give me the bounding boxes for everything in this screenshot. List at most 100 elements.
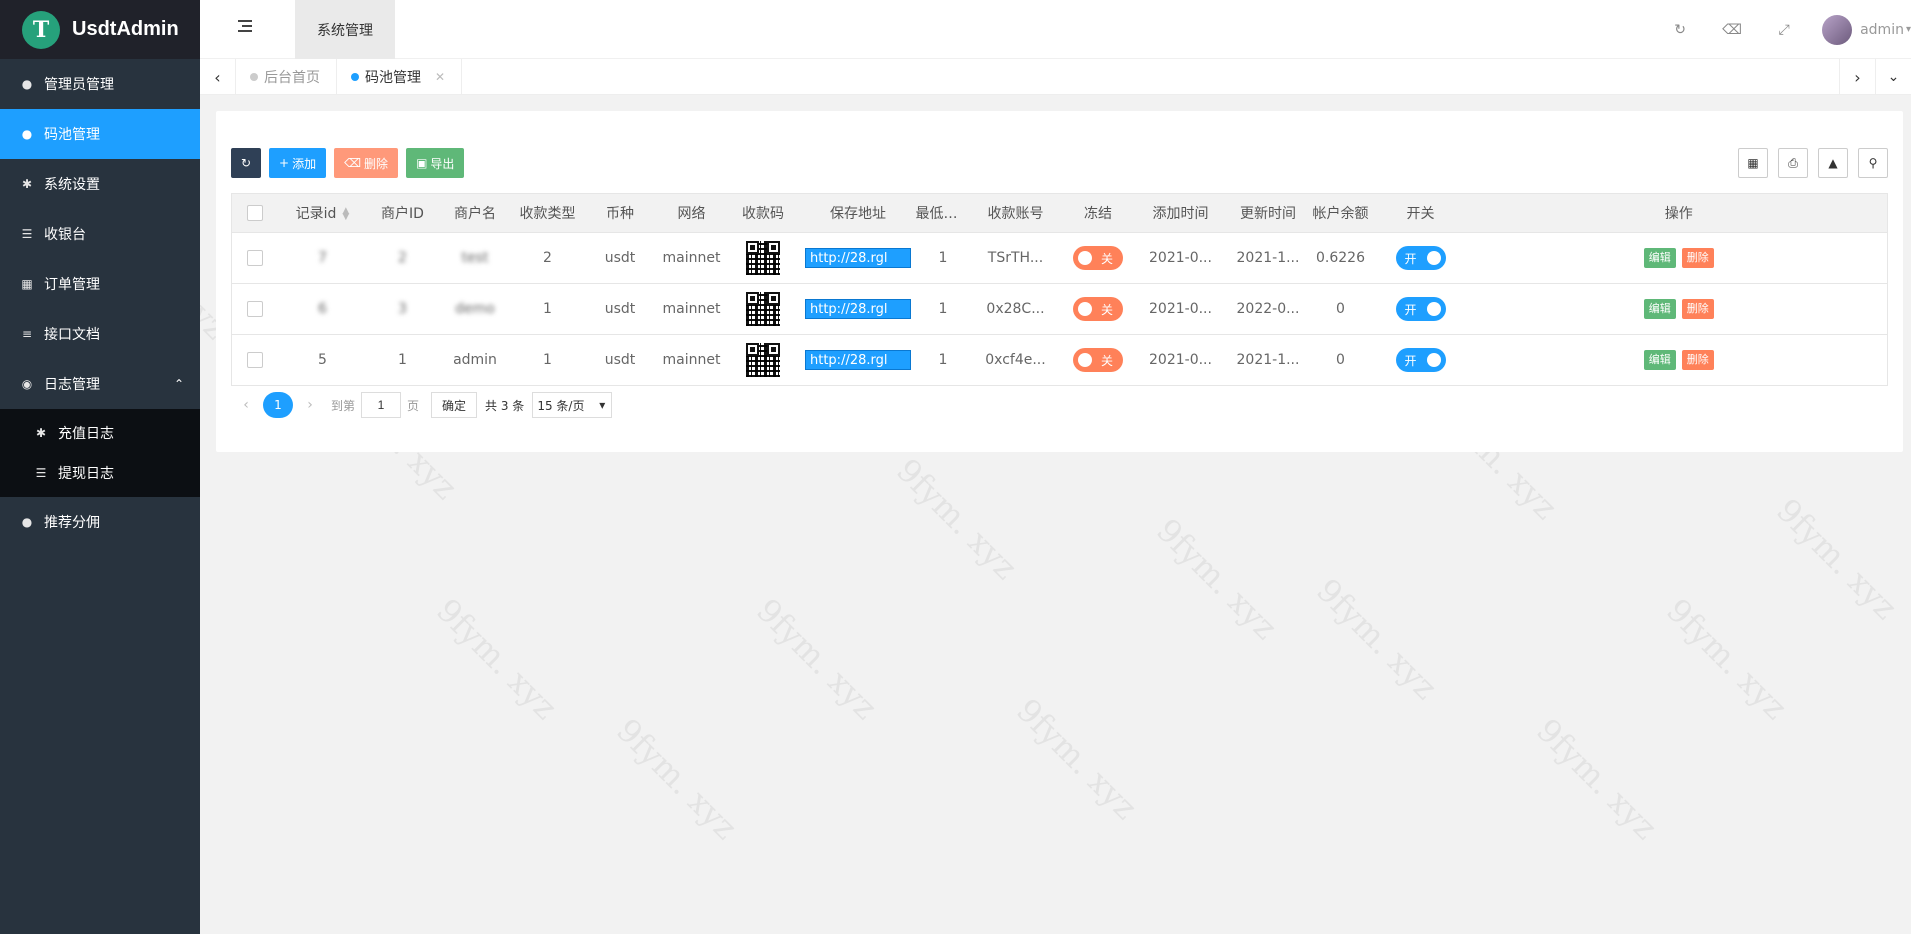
cell-freeze: 关 (1060, 334, 1136, 386)
address-link[interactable]: http://28.rgl (805, 350, 911, 370)
qr-code-image[interactable] (746, 343, 780, 377)
refresh-icon: ↻ (240, 156, 252, 170)
sidebar-item-withdraw-log[interactable]: ☰ 提现日志 (0, 453, 200, 493)
next-page-icon[interactable]: › (295, 397, 325, 413)
page-size-select[interactable]: 15 条/页 ▾ (532, 392, 613, 418)
sidebar-item-recharge-log[interactable]: ✱ 充值日志 (0, 413, 200, 453)
enable-toggle[interactable]: 开 (1395, 348, 1446, 372)
qr-code-image[interactable] (746, 292, 780, 326)
sidebar-item-label: 接口文档 (44, 327, 100, 343)
enable-toggle[interactable]: 开 (1395, 297, 1446, 321)
page-tabbar: ‹ 后台首页 码池管理 ✕ › ⌄ (200, 59, 1911, 95)
print-icon[interactable]: ⎙ (1778, 148, 1808, 178)
pagination: ‹ 1 › 到第 页 确定 共 3 条 15 条/页 ▾ (231, 392, 613, 418)
table-toolbar: ↻ + 添加 ⌫ 删除 ▣ 导出 (231, 148, 472, 178)
prev-page-icon[interactable]: ‹ (231, 397, 261, 413)
search-icon[interactable]: ⚲ (1858, 148, 1888, 178)
cell-account: 0xcf4e... (970, 334, 1061, 386)
edit-button[interactable]: 编辑 (1643, 350, 1676, 370)
cell-account: TSrTH... (970, 232, 1061, 284)
sidebar-item-label: 提现日志 (58, 466, 114, 482)
sort-icon[interactable]: ▲ ▼ (342, 207, 349, 222)
tab-label: 后台首页 (264, 70, 320, 86)
sidebar-subnav-logs: ✱ 充值日志 ☰ 提现日志 (0, 409, 200, 497)
log-icon: ◉ (21, 377, 33, 391)
user-name[interactable]: admin (1860, 22, 1904, 38)
refresh-icon[interactable]: ↻ (1654, 0, 1706, 59)
table-row: 7 2 test 2 usdt mainnet http://28.rgl 1 … (231, 232, 1888, 284)
gear-icon: ✱ (21, 177, 33, 191)
cell-merchant-id: 1 (367, 334, 438, 386)
goto-confirm-button[interactable]: 确定 (431, 392, 478, 418)
col-record-id[interactable]: 记录id ▲ ▼ (277, 193, 368, 233)
freeze-toggle[interactable]: 关 (1073, 246, 1123, 270)
qr-code-image[interactable] (746, 241, 780, 275)
row-checkbox[interactable] (246, 301, 263, 317)
caret-down-icon[interactable]: ▾ (1906, 24, 1911, 35)
delete-button[interactable]: ⌫ 删除 (334, 148, 399, 178)
tab-code-pool[interactable]: 码池管理 ✕ (337, 59, 463, 95)
fullscreen-icon[interactable]: ⤢ (1758, 0, 1810, 59)
tether-logo-icon: T (22, 10, 60, 49)
cell-added-time: 2021-0... (1135, 232, 1226, 284)
address-link[interactable]: http://28.rgl (805, 248, 911, 268)
cell-qr-code (725, 232, 801, 284)
export-table-icon[interactable]: ▲ (1818, 148, 1848, 178)
tab-dot (250, 73, 258, 81)
remove-button[interactable]: 删除 (1681, 299, 1714, 319)
row-checkbox[interactable] (246, 352, 263, 368)
remove-button[interactable]: 删除 (1681, 350, 1714, 370)
col-qr-code: 收款码 (725, 193, 801, 233)
col-address: 保存地址 (800, 193, 916, 233)
goto-page-input[interactable] (361, 392, 402, 418)
columns-icon[interactable]: ▦ (1738, 148, 1768, 178)
top-tab-system[interactable]: 系统管理 (295, 0, 395, 59)
col-account: 收款账号 (970, 193, 1061, 233)
sidebar-item-api-docs[interactable]: ≡ 接口文档 (0, 309, 200, 359)
sidebar-item-orders[interactable]: ▦ 订单管理 (0, 259, 200, 309)
sidebar-item-code-pool[interactable]: ● 码池管理 (0, 109, 200, 159)
select-all-checkbox[interactable] (246, 205, 263, 221)
row-checkbox[interactable] (246, 250, 263, 266)
sidebar-item-settings[interactable]: ✱ 系统设置 (0, 159, 200, 209)
add-button[interactable]: + 添加 (269, 148, 327, 178)
trash-icon[interactable]: ⌫ (1706, 0, 1758, 59)
cell-actions: 编辑 删除 (1470, 334, 1888, 386)
sidebar-item-admin[interactable]: ● 管理员管理 (0, 59, 200, 109)
close-icon[interactable]: ✕ (435, 70, 445, 84)
cell-actions: 编辑 删除 (1470, 283, 1888, 335)
address-link[interactable]: http://28.rgl (805, 299, 911, 319)
enable-toggle[interactable]: 开 (1395, 246, 1446, 270)
sidebar-item-cashier[interactable]: ☰ 收银台 (0, 209, 200, 259)
cell-min-amount: 1 (915, 232, 971, 284)
cell-updated-time: 2022-0... (1225, 283, 1311, 335)
edit-button[interactable]: 编辑 (1643, 248, 1676, 268)
cell-switch: 开 (1370, 232, 1471, 284)
refresh-button[interactable]: ↻ (231, 148, 261, 178)
avatar[interactable] (1822, 14, 1853, 45)
col-min-amount: 最低收... (915, 193, 971, 233)
cell-merchant-id: 3 (367, 283, 438, 335)
remove-button[interactable]: 删除 (1681, 248, 1714, 268)
trash-icon: ⌫ (344, 156, 362, 170)
chevron-down-icon[interactable]: ⌄ (1875, 59, 1911, 95)
row-select-cell (231, 334, 278, 386)
menu-toggle-icon[interactable] (238, 20, 254, 36)
watermark: 9fym. xyz (1659, 591, 1795, 727)
tab-home[interactable]: 后台首页 (236, 59, 337, 95)
col-network: 网络 (657, 193, 726, 233)
chevron-left-icon[interactable]: ‹ (200, 59, 236, 95)
logo[interactable]: T UsdtAdmin (0, 0, 200, 59)
page-current[interactable]: 1 (263, 392, 293, 418)
edit-button[interactable]: 编辑 (1643, 299, 1676, 319)
cell-added-time: 2021-0... (1135, 334, 1226, 386)
list-icon: ☰ (21, 227, 33, 241)
freeze-toggle[interactable]: 关 (1073, 348, 1123, 372)
sidebar-item-logs[interactable]: ◉ 日志管理 ⌃ (0, 359, 200, 409)
export-button[interactable]: ▣ 导出 (406, 148, 465, 178)
chevron-right-icon[interactable]: › (1839, 59, 1875, 95)
freeze-toggle[interactable]: 关 (1073, 297, 1123, 321)
sidebar-item-referral[interactable]: ● 推荐分佣 (0, 497, 200, 547)
cell-merchant-id: 2 (367, 232, 438, 284)
cell-address: http://28.rgl (800, 232, 916, 284)
